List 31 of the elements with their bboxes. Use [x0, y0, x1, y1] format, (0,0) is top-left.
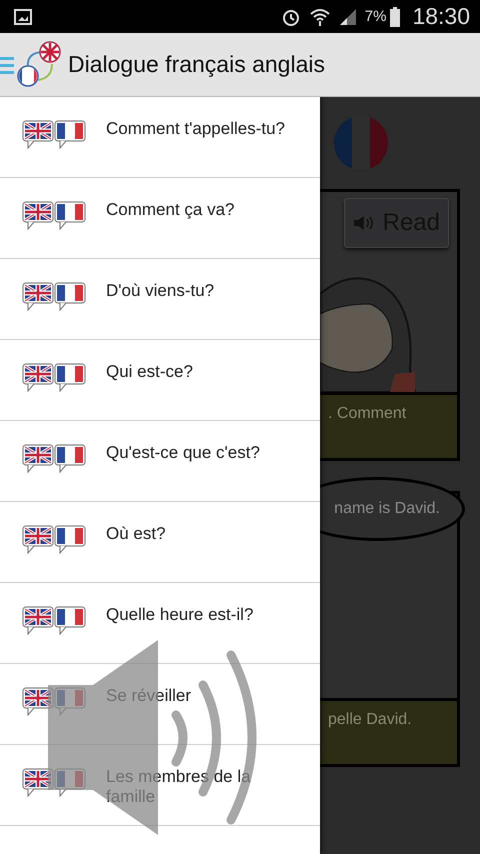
drawer-item[interactable]: Comment t'appelles-tu?	[0, 97, 320, 178]
app-title: Dialogue français anglais	[68, 51, 325, 78]
uk-france-flags-icon	[22, 524, 86, 554]
battery-percent: 7%	[364, 8, 386, 25]
uk-france-flags-icon	[22, 443, 86, 473]
uk-france-flags-icon	[22, 200, 86, 230]
item-label: Où est?	[106, 524, 167, 544]
item-label: Comment ça va?	[106, 200, 236, 220]
clock-time: 18:30	[412, 3, 470, 30]
item-label: Comment t'appelles-tu?	[106, 119, 286, 139]
battery-icon	[390, 6, 400, 26]
wifi-icon	[308, 6, 331, 26]
caption-text: . Comment	[320, 392, 457, 458]
caption-text: pelle David.	[320, 698, 457, 764]
item-label: D'où viens-tu?	[106, 281, 216, 301]
item-label: Qu'est-ce que c'est?	[106, 443, 261, 463]
item-label: Qui est-ce?	[106, 362, 194, 382]
item-label: Quelle heure est-il?	[106, 605, 254, 625]
image-icon	[14, 8, 32, 24]
french-flag-icon	[334, 116, 388, 170]
uk-france-flags-icon	[22, 605, 86, 635]
app-logo-icon	[16, 40, 62, 90]
uk-france-flags-icon	[22, 119, 86, 149]
uk-france-flags-icon	[22, 281, 86, 311]
drawer-item[interactable]: Comment ça va?	[0, 178, 320, 259]
drawer-item[interactable]: Où est?	[0, 502, 320, 583]
uk-france-flags-icon	[22, 362, 86, 392]
drawer-item[interactable]: D'où viens-tu?	[0, 259, 320, 340]
drawer-item[interactable]: Qu'est-ce que c'est?	[0, 421, 320, 502]
drawer-item[interactable]: Qui est-ce?	[0, 340, 320, 421]
signal-icon	[338, 8, 357, 26]
